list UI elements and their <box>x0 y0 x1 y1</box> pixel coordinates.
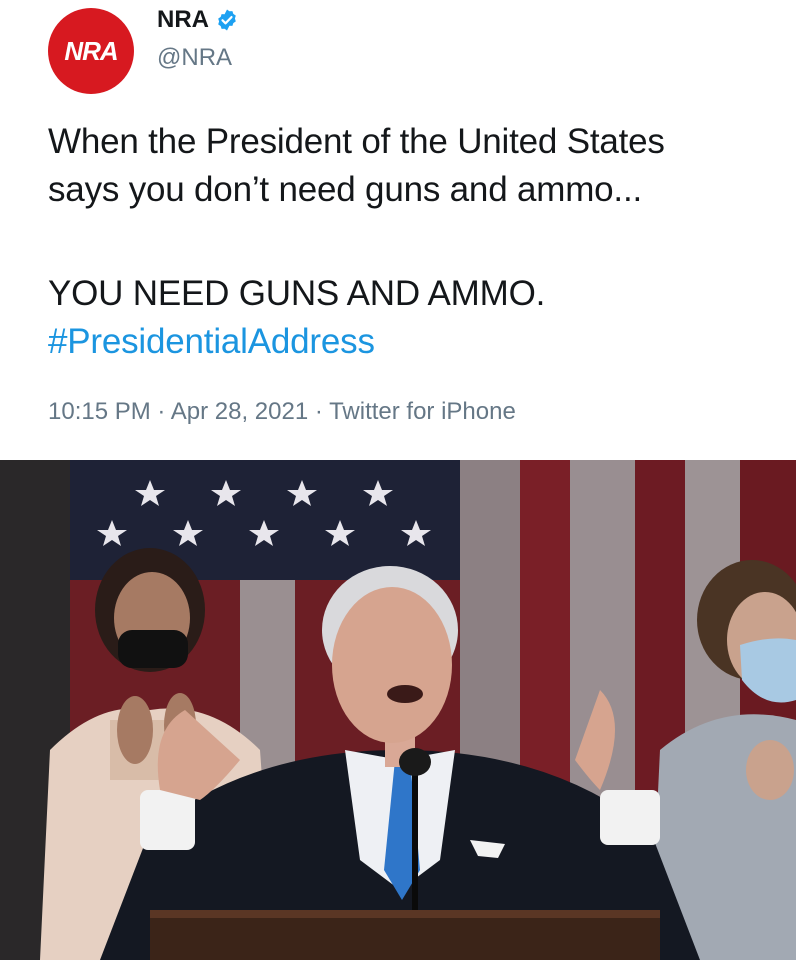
tweet-card: NRA NRA @NRA When the President of the U… <box>0 0 796 460</box>
hashtag-link[interactable]: #PresidentialAddress <box>48 318 768 366</box>
display-name[interactable]: NRA <box>157 6 239 34</box>
tweet-text-line: YOU NEED GUNS AND AMMO. <box>48 274 546 313</box>
avatar-logo-text: NRA <box>64 35 118 66</box>
verified-badge-icon <box>218 9 236 31</box>
user-handle[interactable]: @NRA <box>157 44 232 72</box>
nra-avatar[interactable]: NRA <box>48 8 134 94</box>
tweet-photo[interactable] <box>0 460 796 960</box>
speech-photo-illustration <box>0 460 796 960</box>
tweet-text-line: says you don’t need guns and ammo... <box>48 170 643 209</box>
display-name-text: NRA <box>157 6 209 33</box>
tweet-timestamp[interactable]: 10:15 PM · Apr 28, 2021 · Twitter for iP… <box>48 398 516 426</box>
tweet-text-line: When the President of the United States <box>48 122 665 161</box>
tweet-text: When the President of the United States … <box>48 118 768 366</box>
